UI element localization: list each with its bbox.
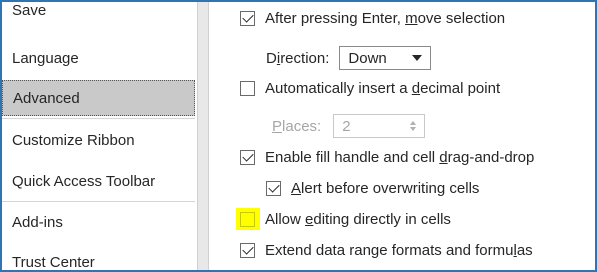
sidebar-item-trust-center[interactable]: Trust Center (2, 244, 195, 271)
sidebar-item-quick-access-toolbar[interactable]: Quick Access Toolbar (2, 163, 195, 199)
alert-overwrite-label: Alert before overwriting cells (291, 180, 480, 197)
direction-value: Down (348, 49, 387, 67)
advanced-options-pane: After pressing Enter, move selection Dir… (210, 2, 595, 270)
sidebar-item-label: Quick Access Toolbar (12, 172, 156, 190)
sidebar-item-add-ins[interactable]: Add-ins (2, 204, 195, 240)
sidebar-item-customize-ribbon[interactable]: Customize Ribbon (2, 122, 195, 158)
alert-overwrite-checkbox[interactable] (266, 181, 281, 196)
chevron-down-icon (412, 55, 423, 61)
places-label: Places: (272, 117, 322, 135)
sidebar-item-label: Trust Center (12, 253, 95, 271)
decimal-point-checkbox[interactable] (240, 81, 255, 96)
alert-overwrite-option[interactable]: Alert before overwriting cells (266, 180, 479, 197)
sidebar-divider (2, 201, 195, 202)
fill-handle-checkbox[interactable] (240, 150, 255, 165)
sidebar-item-label: Save (12, 1, 47, 19)
sidebar-divider (2, 118, 195, 119)
pane-splitter (197, 2, 209, 270)
fill-handle-option[interactable]: Enable fill handle and cell drag-and-dro… (240, 149, 534, 166)
after-enter-label: After pressing Enter, move selection (265, 10, 506, 27)
edit-in-cells-checkbox[interactable] (240, 212, 255, 227)
edit-in-cells-option[interactable]: Allow editing directly in cells (240, 211, 451, 228)
direction-row: Direction: Down (266, 46, 432, 70)
decimal-point-label: Automatically insert a decimal point (265, 80, 501, 97)
sidebar-item-label: Add-ins (12, 213, 63, 231)
places-row: Places: 2 (272, 114, 426, 138)
extend-formats-label: Extend data range formats and formulas (265, 242, 533, 259)
decimal-point-option[interactable]: Automatically insert a decimal point (240, 80, 500, 97)
excel-options-window: Save Language Advanced Customize Ribbon … (0, 0, 597, 272)
options-sidebar: Save Language Advanced Customize Ribbon … (2, 1, 197, 271)
sidebar-item-label: Advanced (13, 89, 80, 107)
after-enter-checkbox[interactable] (240, 11, 255, 26)
after-enter-option[interactable]: After pressing Enter, move selection (240, 10, 505, 27)
fill-handle-label: Enable fill handle and cell drag-and-dro… (265, 149, 535, 166)
sidebar-item-language[interactable]: Language (2, 40, 195, 76)
direction-label: Direction: (266, 49, 330, 67)
sidebar-item-advanced[interactable]: Advanced (2, 80, 195, 116)
places-spinner: 2 (333, 114, 426, 138)
sidebar-item-label: Customize Ribbon (12, 131, 135, 149)
sidebar-item-save[interactable]: Save (2, 1, 195, 28)
extend-formats-option[interactable]: Extend data range formats and formulas (240, 242, 533, 259)
spinner-arrows-icon (410, 121, 417, 131)
direction-dropdown[interactable]: Down (339, 46, 432, 70)
extend-formats-checkbox[interactable] (240, 243, 255, 258)
places-value: 2 (342, 117, 351, 135)
edit-in-cells-label: Allow editing directly in cells (265, 211, 451, 228)
sidebar-item-label: Language (12, 49, 79, 67)
